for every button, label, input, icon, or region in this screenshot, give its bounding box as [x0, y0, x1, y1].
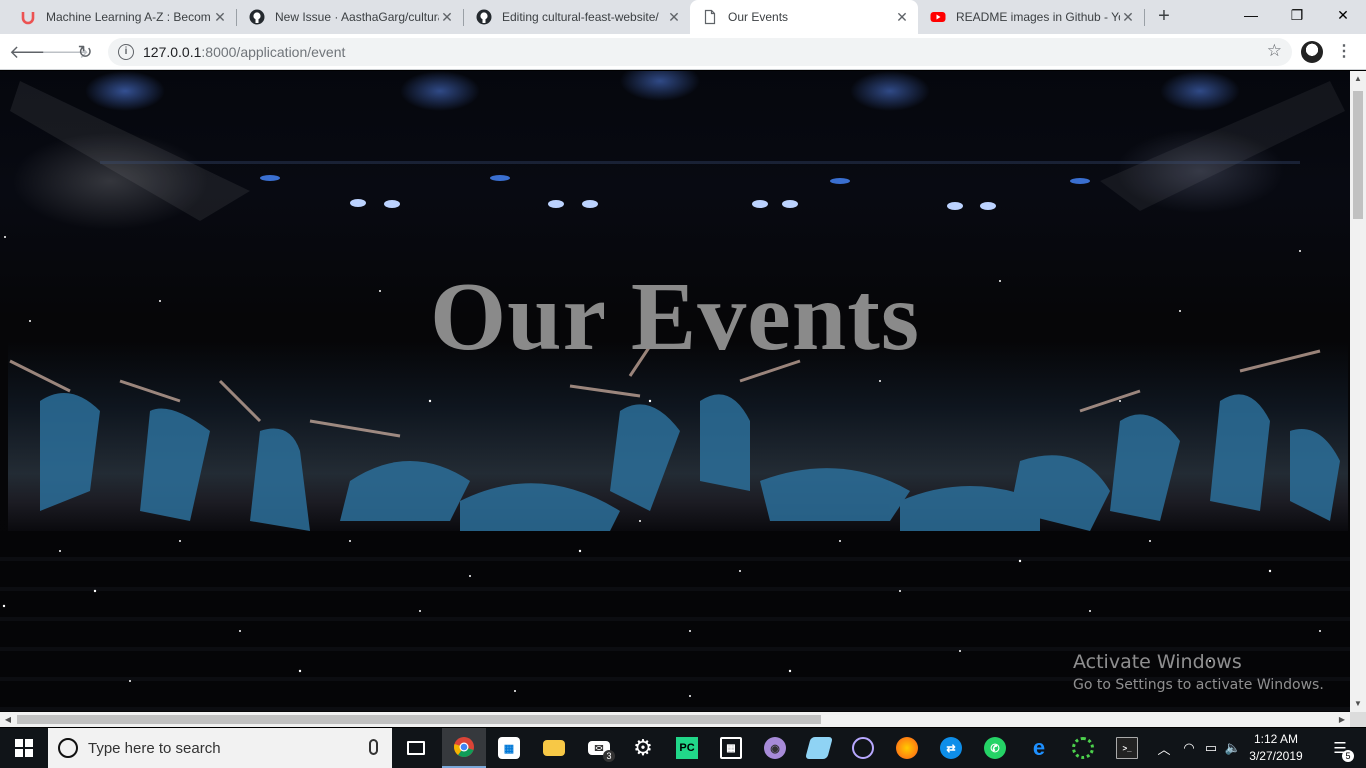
browser-menu-icon[interactable]: ⋮ [1336, 42, 1352, 62]
cortana-icon [58, 738, 78, 758]
tab-our-events[interactable]: Our Events ✕ [690, 0, 918, 34]
github-desktop-icon[interactable]: ◉ [753, 728, 797, 768]
address-bar[interactable]: i 127.0.0.1:8000/application/event ☆ [108, 38, 1292, 66]
horizontal-scroll-thumb[interactable] [17, 715, 821, 724]
close-icon[interactable]: ✕ [1120, 9, 1136, 25]
firefox-icon[interactable] [885, 728, 929, 768]
taskbar-clock[interactable]: 1:12 AM 3/27/2019 [1240, 731, 1312, 765]
tab-title: Editing cultural-feast-website/ [502, 10, 659, 24]
browser-toolbar: 🡐 🡒 ↻ i 127.0.0.1:8000/application/event… [0, 34, 1366, 70]
watermark-subtitle: Go to Settings to activate Windows. [1073, 677, 1324, 693]
github-icon [249, 9, 265, 25]
windows-taskbar: Type here to search ▦ ✉ 3 ⚙ PC ▦ ◉ ⇄ ✆ e… [0, 728, 1366, 768]
tab-title: Machine Learning A-Z : Becom [46, 10, 211, 24]
activate-windows-watermark: Activate Windows Go to Settings to activ… [1073, 651, 1324, 693]
tab-title: README images in Github - Yo [956, 10, 1120, 24]
notification-count: 5 [1342, 750, 1354, 762]
tab-new-issue[interactable]: New Issue · AasthaGarg/cultura ✕ [237, 0, 463, 34]
page-title: Our Events [429, 263, 921, 371]
youtube-icon [930, 9, 946, 25]
scroll-down-arrow-icon[interactable]: ▼ [1350, 696, 1366, 712]
clock-date: 3/27/2019 [1249, 749, 1303, 763]
close-icon[interactable]: ✕ [212, 9, 228, 25]
tab-machine-learning[interactable]: Machine Learning A-Z : Becom ✕ [8, 0, 236, 34]
store-icon[interactable]: ▦ [487, 728, 531, 768]
watermark-title: Activate Windows [1073, 651, 1242, 673]
close-icon[interactable]: ✕ [666, 9, 682, 25]
taskbar-search-input[interactable]: Type here to search [48, 728, 392, 768]
close-icon[interactable]: ✕ [439, 9, 455, 25]
horizontal-scrollbar[interactable]: ◀ ▶ [0, 712, 1350, 727]
terminal-icon[interactable]: >_ [1105, 728, 1149, 768]
url-path: :8000/application/event [201, 44, 346, 60]
settings-gear-icon[interactable]: ⚙ [621, 728, 665, 768]
battery-icon[interactable]: ▭ [1200, 728, 1222, 768]
loading-app-icon[interactable] [1061, 728, 1105, 768]
search-placeholder: Type here to search [88, 739, 221, 757]
minimize-button[interactable]: — [1228, 0, 1274, 32]
tab-title: New Issue · AasthaGarg/cultura [275, 10, 439, 24]
page-icon [702, 9, 718, 25]
tab-readme-images[interactable]: README images in Github - Yo ✕ [918, 0, 1144, 34]
wifi-icon[interactable]: ◠ [1178, 728, 1200, 768]
anaconda-icon[interactable] [841, 728, 885, 768]
chrome-icon[interactable] [442, 728, 486, 768]
tray-chevron-up-icon[interactable]: ︿ [1152, 728, 1176, 768]
start-button[interactable] [0, 728, 48, 768]
page-viewport: Our Events Activate Windows Go to Settin… [0, 71, 1350, 712]
mail-badge: 3 [603, 750, 615, 762]
vertical-scroll-thumb[interactable] [1353, 91, 1363, 219]
windows-logo-icon [15, 739, 33, 757]
tab-editing-cultural-feast[interactable]: Editing cultural-feast-website/ ✕ [464, 0, 690, 34]
new-tab-button[interactable]: + [1152, 5, 1176, 29]
restore-button[interactable]: ❐ [1274, 0, 1320, 32]
vertical-scrollbar[interactable]: ▲ ▼ [1350, 71, 1366, 712]
scroll-up-arrow-icon[interactable]: ▲ [1350, 71, 1366, 87]
microphone-icon[interactable] [369, 739, 378, 755]
reload-button[interactable]: ↻ [73, 40, 97, 64]
github-icon [476, 9, 492, 25]
scroll-right-arrow-icon[interactable]: ▶ [1334, 712, 1350, 727]
teamviewer-icon[interactable]: ⇄ [929, 728, 973, 768]
tab-divider [1144, 9, 1145, 26]
close-window-button[interactable]: ✕ [1320, 0, 1366, 32]
edge-icon[interactable]: e [1017, 728, 1061, 768]
action-center-icon[interactable]: ☰ 5 [1322, 728, 1358, 768]
profile-avatar[interactable] [1301, 41, 1323, 63]
whatsapp-icon[interactable]: ✆ [973, 728, 1017, 768]
forward-button[interactable]: 🡒 [41, 40, 89, 64]
scrollbar-corner [1350, 712, 1366, 727]
file-explorer-icon[interactable] [532, 728, 576, 768]
clock-time: 1:12 AM [1253, 732, 1299, 746]
back-button[interactable]: 🡐 [9, 40, 57, 64]
notes-app-icon[interactable] [797, 728, 841, 768]
bookmark-star-icon[interactable]: ☆ [1267, 41, 1282, 61]
starfield [2, 236, 1321, 697]
task-view-icon[interactable] [394, 728, 438, 768]
udemy-icon [20, 9, 36, 25]
close-icon[interactable]: ✕ [894, 9, 910, 25]
tab-strip: Machine Learning A-Z : Becom ✕ New Issue… [0, 0, 1366, 34]
mail-icon[interactable]: ✉ 3 [577, 728, 621, 768]
scroll-left-arrow-icon[interactable]: ◀ [0, 712, 16, 727]
url-host: 127.0.0.1 [143, 44, 202, 60]
tab-title: Our Events [728, 10, 789, 24]
calculator-icon[interactable]: ▦ [709, 728, 753, 768]
pycharm-icon[interactable]: PC [665, 728, 709, 768]
info-icon[interactable]: i [118, 44, 134, 60]
